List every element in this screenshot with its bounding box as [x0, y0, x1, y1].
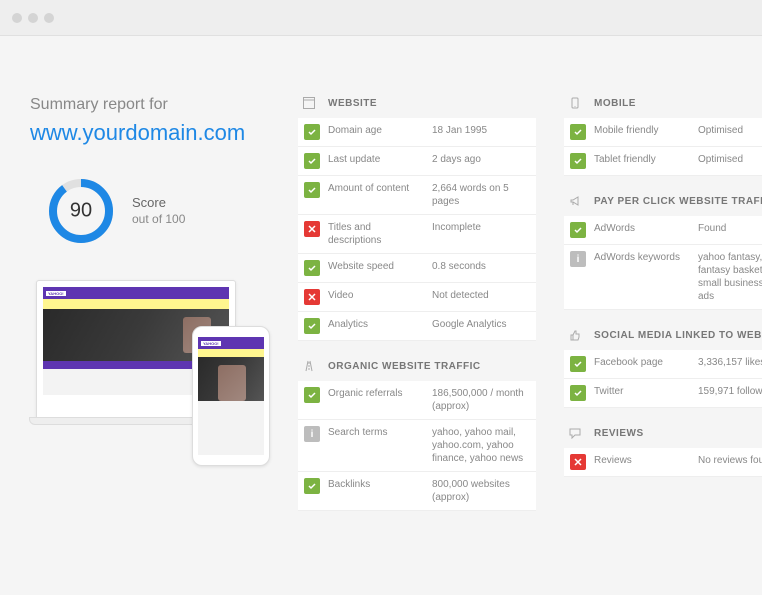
- metric-value: 3,336,157 likes: [698, 356, 762, 369]
- metric-value: yahoo, yahoo mail, yahoo.com, yahoo fina…: [432, 426, 530, 465]
- traffic-light-min[interactable]: [28, 13, 38, 23]
- status-icon: [570, 356, 586, 372]
- metric-row: AdWords Found: [564, 216, 762, 245]
- metric-label: Twitter: [594, 385, 690, 398]
- metric-row: Amount of content 2,664 words on 5 pages: [298, 176, 536, 215]
- metric-row: i AdWords keywords yahoo fantasy, fantasy …: [564, 245, 762, 310]
- metric-value: 18 Jan 1995: [432, 124, 530, 137]
- metric-value: Found: [698, 222, 762, 235]
- metric-value: 2,664 words on 5 pages: [432, 182, 530, 208]
- score-sublabel: out of 100: [132, 212, 185, 228]
- metric-value: 0.8 seconds: [432, 260, 530, 273]
- metric-label: Reviews: [594, 454, 690, 467]
- metric-label: Video: [328, 289, 424, 302]
- metric-row: Backlinks 800,000 websites (approx): [298, 472, 536, 511]
- metric-row: Last update 2 days ago: [298, 147, 536, 176]
- status-icon: [304, 124, 320, 140]
- metric-value: Not detected: [432, 289, 530, 302]
- metric-row: Reviews No reviews found: [564, 448, 762, 477]
- metric-row: i Search terms yahoo, yahoo mail, yahoo.co…: [298, 420, 536, 472]
- metric-value: Google Analytics: [432, 318, 530, 331]
- status-icon: [570, 385, 586, 401]
- traffic-light-close[interactable]: [12, 13, 22, 23]
- metric-label: Organic referrals: [328, 387, 424, 400]
- metric-label: Mobile friendly: [594, 124, 690, 137]
- metric-row: Facebook page 3,336,157 likes: [564, 350, 762, 379]
- status-icon: [304, 221, 320, 237]
- section-title: SOCIAL MEDIA LINKED TO WEBSITE: [594, 330, 762, 341]
- status-icon: [304, 182, 320, 198]
- phone-preview: YAHOO!: [192, 326, 270, 466]
- section-title: PAY PER CLICK WEBSITE TRAFFIC: [594, 196, 762, 207]
- status-icon: [570, 124, 586, 140]
- device-preview: YAHOO! YAHOO!: [36, 280, 256, 450]
- metric-label: Last update: [328, 153, 424, 166]
- section-title: REVIEWS: [594, 428, 644, 439]
- metric-label: Amount of content: [328, 182, 424, 195]
- status-icon: [304, 387, 320, 403]
- window-icon: [302, 96, 316, 110]
- status-icon: [570, 454, 586, 470]
- road-icon: [302, 359, 316, 373]
- status-icon: i: [304, 426, 320, 442]
- metric-label: Website speed: [328, 260, 424, 273]
- metric-label: Domain age: [328, 124, 424, 137]
- metric-label: Analytics: [328, 318, 424, 331]
- status-icon: [304, 318, 320, 334]
- metric-value: No reviews found: [698, 454, 762, 467]
- summary-label: Summary report for: [30, 96, 270, 114]
- metric-label: Search terms: [328, 426, 424, 439]
- section-mobile: MOBILE Mobile friendlyOptimisedTablet fr…: [564, 96, 762, 176]
- metric-row: Tablet friendly Optimised: [564, 147, 762, 176]
- section-title: MOBILE: [594, 98, 636, 109]
- metric-label: Titles and descriptions: [328, 221, 424, 247]
- metric-value: 2 days ago: [432, 153, 530, 166]
- status-icon: [304, 478, 320, 494]
- section-ppc: PAY PER CLICK WEBSITE TRAFFIC AdWords Fou…: [564, 194, 762, 310]
- score-value: 90: [70, 200, 92, 223]
- score-label: Score: [132, 195, 185, 212]
- section-social: SOCIAL MEDIA LINKED TO WEBSITE Facebook …: [564, 328, 762, 408]
- metric-label: AdWords: [594, 222, 690, 235]
- metric-label: Tablet friendly: [594, 153, 690, 166]
- metric-value: Optimised: [698, 124, 762, 137]
- domain-name[interactable]: www.yourdomain.com: [30, 120, 270, 146]
- metric-value: Optimised: [698, 153, 762, 166]
- megaphone-icon: [568, 194, 582, 208]
- metric-row: Mobile friendly Optimised: [564, 118, 762, 147]
- status-icon: [570, 153, 586, 169]
- section-reviews: REVIEWS Reviews No reviews found: [564, 426, 762, 477]
- metric-row: Organic referrals 186,500,000 / month (ap…: [298, 381, 536, 420]
- metric-row: Analytics Google Analytics: [298, 312, 536, 341]
- metric-label: AdWords keywords: [594, 251, 690, 264]
- metric-row: Domain age 18 Jan 1995: [298, 118, 536, 147]
- status-icon: [304, 260, 320, 276]
- metric-value: 186,500,000 / month (approx): [432, 387, 530, 413]
- status-icon: [304, 153, 320, 169]
- section-title: ORGANIC WEBSITE TRAFFIC: [328, 361, 481, 372]
- status-icon: i: [570, 251, 586, 267]
- metric-label: Facebook page: [594, 356, 690, 369]
- window-titlebar: [0, 0, 762, 36]
- metric-value: 159,971 followers: [698, 385, 762, 398]
- metric-value: yahoo fantasy, fantasy basketball, small…: [698, 251, 762, 303]
- chat-icon: [568, 426, 582, 440]
- metric-row: Video Not detected: [298, 283, 536, 312]
- score-ring: 90: [46, 176, 116, 246]
- metric-label: Backlinks: [328, 478, 424, 491]
- section-title: WEBSITE: [328, 98, 377, 109]
- section-website: WEBSITE Domain age 18 Jan 1995 Last update…: [298, 96, 536, 341]
- mobile-icon: [568, 96, 582, 110]
- score-widget: 90 Score out of 100: [30, 176, 270, 246]
- section-organic: ORGANIC WEBSITE TRAFFIC Organic referral…: [298, 359, 536, 511]
- metric-row: Twitter 159,971 followers: [564, 379, 762, 408]
- metric-row: Website speed 0.8 seconds: [298, 254, 536, 283]
- metric-row: Titles and descriptions Incomplete: [298, 215, 536, 254]
- metric-value: 800,000 websites (approx): [432, 478, 530, 504]
- traffic-light-max[interactable]: [44, 13, 54, 23]
- metric-value: Incomplete: [432, 221, 530, 234]
- status-icon: [304, 289, 320, 305]
- status-icon: [570, 222, 586, 238]
- thumbs-up-icon: [568, 328, 582, 342]
